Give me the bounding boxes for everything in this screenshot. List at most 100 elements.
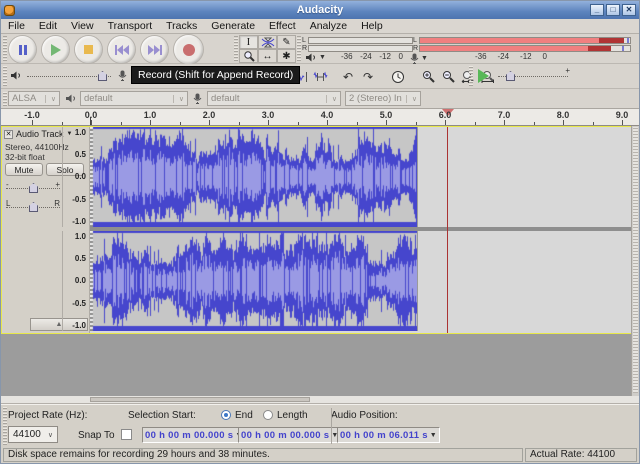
output-meter-menu[interactable]: ▼ xyxy=(305,53,326,62)
sync-lock-button[interactable] xyxy=(389,67,407,86)
project-rate-select[interactable]: 44100∨ xyxy=(8,426,58,443)
draw-tool-button[interactable]: ✎ xyxy=(277,35,296,49)
length-radio[interactable] xyxy=(263,410,273,420)
transcription-toolbar-grip[interactable] xyxy=(469,66,473,86)
audio-host-select[interactable]: ALSA∨ xyxy=(8,91,60,106)
horizontal-scrollbar[interactable] xyxy=(1,396,639,404)
selection-start-label: Selection Start: xyxy=(128,410,196,421)
audio-host-value: ALSA xyxy=(12,93,36,104)
play-button[interactable] xyxy=(42,36,69,63)
speed-plus-label: + xyxy=(565,66,570,75)
record-button[interactable] xyxy=(174,35,203,64)
output-meter-l-bar xyxy=(308,37,413,44)
skip-start-button[interactable] xyxy=(108,36,135,63)
selection-toolbar-grip[interactable] xyxy=(3,407,7,445)
timeline-tick-minor xyxy=(180,122,181,125)
selection-start-field[interactable]: 00 h 00 m 00.000 s▼ xyxy=(142,427,246,443)
maximize-button[interactable]: □ xyxy=(606,4,620,16)
timeline-tick xyxy=(445,120,446,125)
title-bar[interactable]: Audacity _ □ ✕ xyxy=(1,1,639,19)
playback-device-select[interactable]: default∨ xyxy=(80,91,188,106)
redo-button[interactable]: ↷ xyxy=(359,67,377,86)
menu-generate[interactable]: Generate xyxy=(204,19,262,33)
pause-button[interactable] xyxy=(9,36,36,63)
mixer-toolbar-grip[interactable] xyxy=(3,66,7,86)
skip-end-icon xyxy=(148,45,162,55)
zoom-in-button[interactable] xyxy=(419,67,437,86)
disk-space-message: Disk space remains for recording 29 hour… xyxy=(3,448,523,462)
pan-slider[interactable]: L R xyxy=(6,201,60,214)
window-title: Audacity xyxy=(1,4,639,16)
pan-thumb[interactable] xyxy=(29,202,38,212)
transport-toolbar-grip[interactable] xyxy=(3,36,7,61)
menu-file[interactable]: File xyxy=(1,19,32,33)
time-shift-tool-button[interactable]: ↔ xyxy=(258,49,277,63)
end-radio-label[interactable]: End xyxy=(235,410,253,421)
output-volume-thumb[interactable] xyxy=(98,71,107,81)
left-channel[interactable] xyxy=(90,127,631,227)
gain-slider[interactable]: - + xyxy=(6,182,60,195)
undo-button[interactable]: ↶ xyxy=(339,67,357,86)
selection-tool-button[interactable]: I xyxy=(239,35,258,49)
tools-toolbar-grip[interactable] xyxy=(234,36,238,61)
skip-end-button[interactable] xyxy=(141,36,168,63)
gain-thumb[interactable] xyxy=(29,183,38,193)
output-volume-slider[interactable] xyxy=(27,70,111,81)
vertical-scrollbar-thumb[interactable] xyxy=(633,127,638,393)
envelope-tool-button[interactable] xyxy=(258,35,277,49)
selection-end-field[interactable]: 00 h 00 m 00.000 s▼ xyxy=(238,427,342,443)
audio-position-field[interactable]: 00 h 00 m 06.011 s▼ xyxy=(337,427,440,443)
menu-help[interactable]: Help xyxy=(354,19,390,33)
input-volume-icon-wrap xyxy=(118,70,127,81)
menu-effect[interactable]: Effect xyxy=(262,19,303,33)
waveform-canvas-left[interactable] xyxy=(90,127,417,227)
speaker-icon xyxy=(65,94,77,103)
device-toolbar-grip[interactable] xyxy=(3,91,7,106)
horizontal-scrollbar-thumb[interactable] xyxy=(90,397,310,402)
menu-view[interactable]: View xyxy=(64,19,101,33)
close-button[interactable]: ✕ xyxy=(622,4,636,16)
mute-button[interactable]: Mute xyxy=(5,163,43,176)
meter-scale-label: 0 xyxy=(543,52,547,61)
silence-audio-button[interactable] xyxy=(311,67,329,86)
waveform-area[interactable] xyxy=(90,127,631,333)
timeline-label: 4.0 xyxy=(314,110,340,120)
menu-edit[interactable]: Edit xyxy=(32,19,64,33)
recording-channels-select[interactable]: 2 (Stereo) In∨ xyxy=(345,91,421,106)
minimize-button[interactable]: _ xyxy=(590,4,604,16)
track-close-button[interactable]: ✕ xyxy=(4,130,13,139)
tools-toolbar: I ✎ ↔ ✱ xyxy=(239,35,296,63)
playback-speed-thumb[interactable] xyxy=(506,71,515,81)
clip-right-edge xyxy=(417,127,418,227)
playback-device-value: default xyxy=(84,93,113,104)
recording-device-select[interactable]: default∨ xyxy=(207,91,341,106)
menu-tracks[interactable]: Tracks xyxy=(159,19,204,33)
length-radio-label[interactable]: Length xyxy=(277,410,308,421)
fit-selection-button[interactable] xyxy=(459,67,477,86)
right-channel[interactable] xyxy=(90,231,631,331)
end-radio[interactable] xyxy=(221,410,231,420)
meter-toolbar-grip[interactable] xyxy=(297,36,301,61)
timeline-tick xyxy=(32,120,33,125)
timeline-ruler[interactable]: -1.00.01.02.03.04.05.06.07.08.09.0 xyxy=(1,109,639,126)
menu-analyze[interactable]: Analyze xyxy=(303,19,354,33)
zoom-tool-button[interactable] xyxy=(239,49,258,63)
play-at-speed-button[interactable] xyxy=(478,69,489,83)
meter-scale-label: -12 xyxy=(520,52,532,61)
timeline-tick xyxy=(91,120,92,125)
input-meter-menu[interactable]: ▼ xyxy=(410,53,428,64)
waveform-canvas-right[interactable] xyxy=(90,231,417,331)
input-meter[interactable]: L R xyxy=(413,36,631,52)
output-meter[interactable]: L R xyxy=(302,36,413,52)
zoom-out-button[interactable] xyxy=(439,67,457,86)
amplitude-label: -0.5 xyxy=(62,195,86,204)
stop-button[interactable] xyxy=(75,36,102,63)
snap-to-checkbox[interactable] xyxy=(121,429,132,440)
timeline-label: 7.0 xyxy=(491,110,517,120)
multi-tool-button[interactable]: ✱ xyxy=(277,49,296,63)
timeline-tick-minor xyxy=(62,122,63,125)
vertical-scrollbar[interactable] xyxy=(631,126,639,396)
playback-speed-slider[interactable]: + xyxy=(498,70,568,81)
menu-transport[interactable]: Transport xyxy=(101,19,160,33)
empty-track-area xyxy=(1,334,632,396)
